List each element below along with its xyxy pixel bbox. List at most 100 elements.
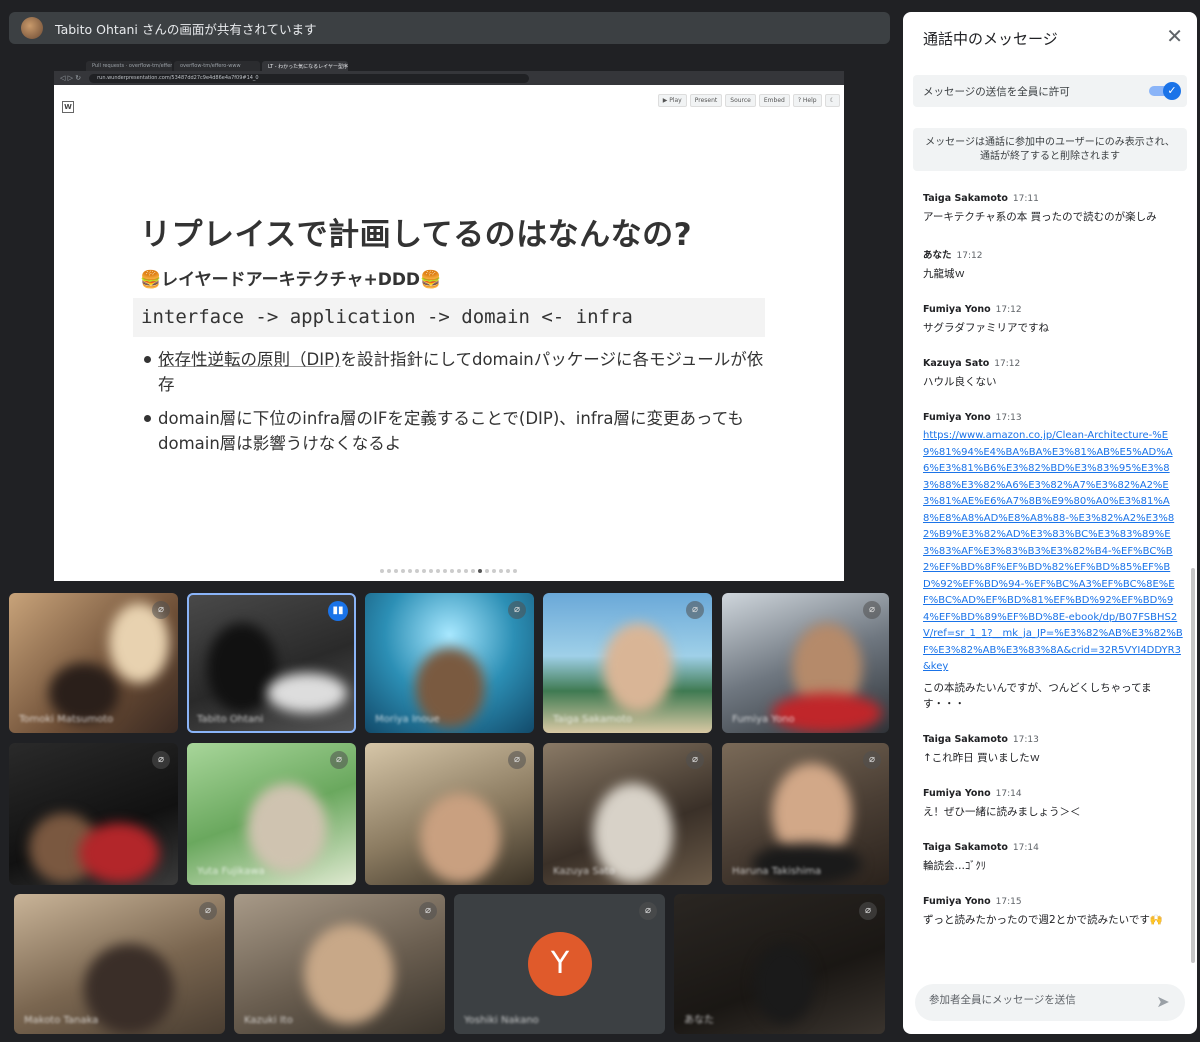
slide-dot[interactable]	[485, 569, 489, 573]
participant-tile[interactable]: Y ⌀ Yoshiki Nakano	[454, 894, 665, 1034]
slide-dot[interactable]	[380, 569, 384, 573]
participant-name: Yuta Fujikawa	[197, 866, 265, 877]
message-text: 輪読会…ｺﾞｸﾘ	[923, 859, 986, 872]
browser-tab-bar: Pull requests · overflow-tm/effero- over…	[54, 59, 844, 71]
participant-name: Fumiya Yono	[732, 714, 795, 725]
close-icon[interactable]: ✕	[1166, 26, 1183, 46]
message-input[interactable]	[929, 994, 1139, 1006]
slide-dot[interactable]	[436, 569, 440, 573]
allow-messages-toggle[interactable]: ✓	[1149, 82, 1181, 100]
mic-off-icon: ⌀	[508, 751, 526, 769]
chat-scrollbar[interactable]	[1191, 568, 1195, 963]
mic-off-icon: ⌀	[152, 601, 170, 619]
mic-off-icon: ⌀	[863, 751, 881, 769]
participant-tile[interactable]: ⌀	[9, 743, 178, 885]
message-text: ↑これ昨日 買いましたｗ	[923, 751, 1041, 764]
help-tool: ? Help	[792, 94, 822, 107]
message-composer: ➤	[915, 984, 1185, 1021]
chat-message: Fumiya Yono 17:12 サグラダファミリアですね	[923, 304, 1183, 336]
participant-tile[interactable]: ⌀ Yuta Fujikawa	[187, 743, 356, 885]
slide-dot[interactable]	[387, 569, 391, 573]
message-sender: Kazuya Sato	[923, 358, 990, 369]
message-sender: Taiga Sakamoto	[923, 733, 1008, 745]
screen-share-banner: Tabito Ohtani さんの画面が共有されています	[9, 12, 890, 44]
message-sender: あなた	[923, 250, 952, 261]
browser-tab: Pull requests · overflow-tm/effero-	[86, 61, 172, 71]
slide-dot[interactable]	[408, 569, 412, 573]
mic-off-icon: ⌀	[686, 601, 704, 619]
mic-off-icon: ⌀	[199, 902, 217, 920]
message-time: 17:12	[994, 359, 1021, 369]
mic-off-icon: ⌀	[152, 751, 170, 769]
chat-title: 通話中のメッセージ	[923, 30, 1058, 48]
shared-screen: Pull requests · overflow-tm/effero- over…	[54, 59, 844, 581]
chat-message: Taiga Sakamoto 17:13 ↑これ昨日 買いましたｗ	[923, 734, 1183, 766]
slide-dot[interactable]	[415, 569, 419, 573]
slide-bullet: 依存性逆転の原則（DIP)を設計指針にしてdomainパッケージに各モジュールが…	[144, 347, 764, 397]
participant-tile[interactable]: ⌀ Tomoki Matsumoto	[9, 593, 178, 733]
mic-off-icon: ⌀	[639, 902, 657, 920]
participant-tile-self[interactable]: ⌀ あなた	[674, 894, 885, 1034]
participant-tile[interactable]: ⌀ Moriya Inoue	[365, 593, 534, 733]
slide-dot[interactable]	[499, 569, 503, 573]
participant-name: Tabito Ohtani	[197, 714, 264, 725]
message-time: 17:12	[995, 305, 1022, 315]
slide-dot[interactable]	[450, 569, 454, 573]
message-time: 17:12	[956, 251, 983, 261]
chat-message: Taiga Sakamoto 17:14 輪読会…ｺﾞｸﾘ	[923, 842, 1183, 874]
participant-tile-speaking[interactable]: ▮▮ Tabito Ohtani	[187, 593, 356, 733]
allow-messages-label: メッセージの送信を全員に許可	[923, 86, 1070, 98]
participant-tile[interactable]: ⌀	[365, 743, 534, 885]
message-link[interactable]: https://www.amazon.co.jp/Clean-Architect…	[923, 428, 1183, 676]
slide-dot[interactable]	[492, 569, 496, 573]
mic-off-icon: ⌀	[859, 902, 877, 920]
send-icon[interactable]: ➤	[1153, 992, 1173, 1012]
mic-off-icon: ⌀	[508, 601, 526, 619]
slide-dot[interactable]	[429, 569, 433, 573]
slide-dot[interactable]	[401, 569, 405, 573]
screen-share-text: Tabito Ohtani さんの画面が共有されています	[55, 21, 317, 37]
message-sender: Fumiya Yono	[923, 787, 991, 799]
participant-tile[interactable]: ⌀ Kazuya Sato	[543, 743, 712, 885]
slide-subtitle: 🍔レイヤードアーキテクチャ+DDD🍔	[140, 270, 442, 290]
message-time: 17:13	[1012, 734, 1039, 745]
slide-dot[interactable]	[478, 569, 482, 573]
embed-tool: Embed	[758, 94, 790, 107]
source-tool: Source	[725, 94, 756, 107]
slide-dot[interactable]	[464, 569, 468, 573]
message-sender: Taiga Sakamoto	[923, 193, 1008, 204]
slide-dot[interactable]	[422, 569, 426, 573]
participant-name: Yoshiki Nakano	[464, 1015, 539, 1026]
slide-dot[interactable]	[457, 569, 461, 573]
chat-message: Taiga Sakamoto 17:11 アーキテクチャ系の本 買ったので読むのが楽…	[923, 193, 1183, 225]
slide-dot[interactable]	[506, 569, 510, 573]
play-tool: ▶ Play	[657, 94, 687, 107]
slide-title: リプレイスで計画してるのはなんなの?	[140, 217, 693, 253]
message-text: アーキテクチャ系の本 買ったので読むのが楽しみ	[923, 211, 1157, 223]
mic-off-icon: ⌀	[863, 601, 881, 619]
present-tool: Present	[689, 94, 723, 107]
participant-initial-avatar: Y	[528, 932, 592, 996]
chat-message: Fumiya Yono 17:13 https://www.amazon.co.jp…	[923, 412, 1183, 712]
message-list: Taiga Sakamoto 17:11 アーキテクチャ系の本 買ったので読むのが楽…	[923, 193, 1183, 950]
slide-dot[interactable]	[394, 569, 398, 573]
mic-off-icon: ⌀	[330, 751, 348, 769]
participant-tile[interactable]: ⌀ Kazuki Ito	[234, 894, 445, 1034]
message-sender: Fumiya Yono	[923, 412, 991, 423]
participant-tile[interactable]: ⌀ Fumiya Yono	[722, 593, 889, 733]
message-text: え！ぜひ一緒に読みましょう＞＜	[923, 805, 1081, 818]
slide-bullets: 依存性逆転の原則（DIP)を設計指針にしてdomainパッケージに各モジュールが…	[144, 347, 764, 465]
presenter-avatar	[21, 17, 43, 39]
participant-tile[interactable]: ⌀ Taiga Sakamoto	[543, 593, 712, 733]
participant-tile[interactable]: ⌀ Haruna Takishima	[722, 743, 889, 885]
participant-tile[interactable]: ⌀ Makoto Tanaka	[14, 894, 225, 1034]
message-time: 17:14	[995, 788, 1022, 799]
chat-message: Fumiya Yono 17:14 え！ぜひ一緒に読みましょう＞＜	[923, 788, 1183, 820]
mic-off-icon: ⌀	[419, 902, 437, 920]
slide-dot[interactable]	[513, 569, 517, 573]
mic-off-icon: ⌀	[686, 751, 704, 769]
slide-dot[interactable]	[443, 569, 447, 573]
slide-dot[interactable]	[471, 569, 475, 573]
participant-name: Tomoki Matsumoto	[19, 714, 114, 725]
message-time: 17:13	[995, 413, 1022, 423]
